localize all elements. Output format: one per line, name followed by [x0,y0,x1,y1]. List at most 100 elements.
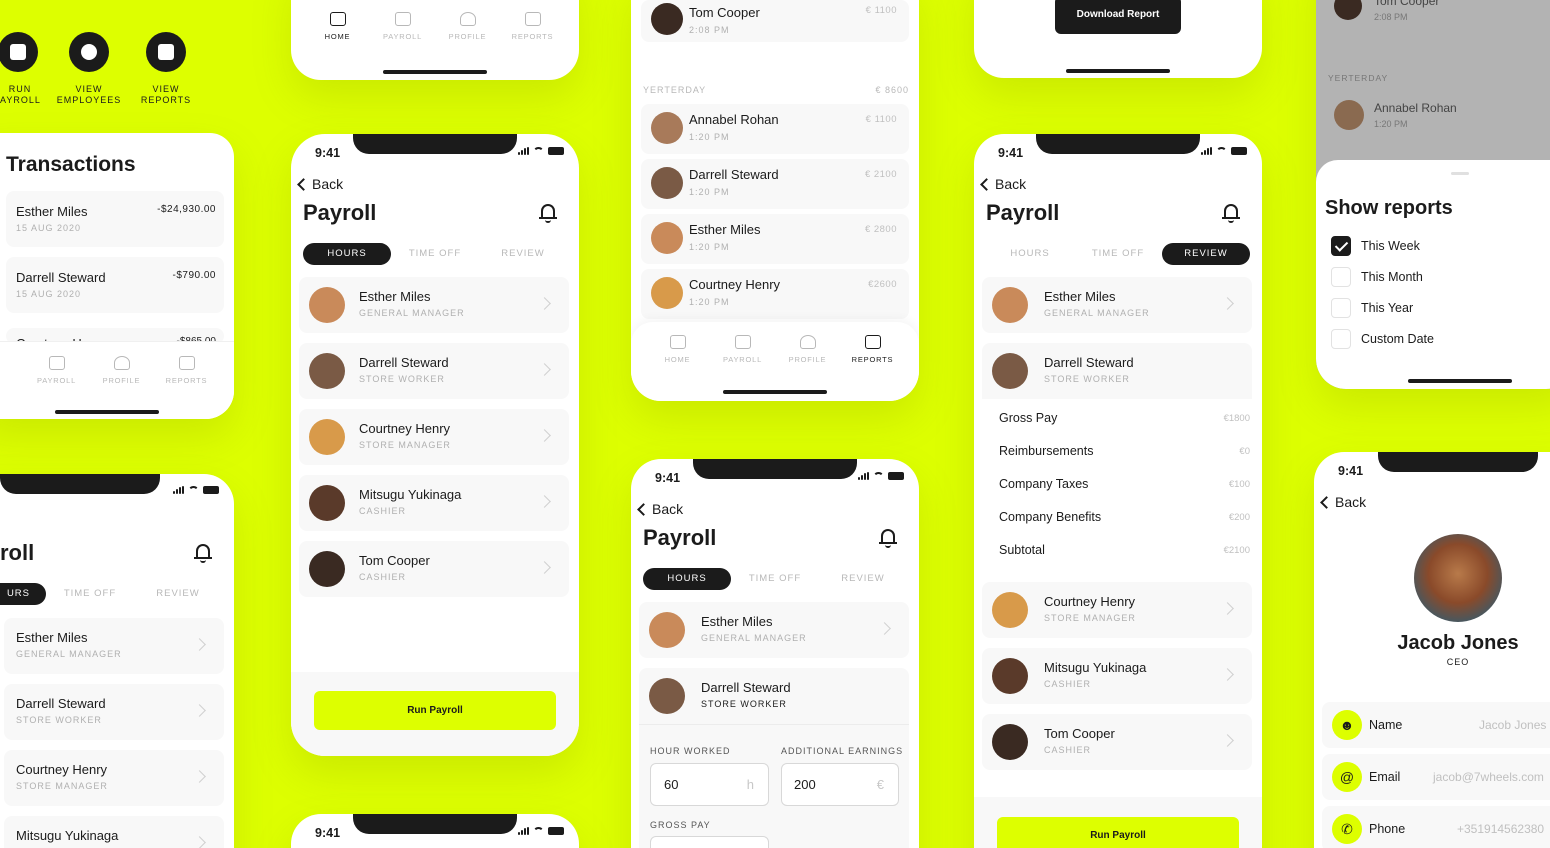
avatar [309,287,345,323]
profile-field-name[interactable]: ☻ Name Jacob Jones [1322,702,1550,748]
run-payroll-action-button[interactable] [0,32,38,72]
avatar [309,419,345,455]
employee-row[interactable]: Esther Miles GENERAL MANAGER [639,602,909,658]
home-icon [669,335,686,349]
status-time: 9:41 [315,826,341,840]
employee-row[interactable]: Esther Miles GENERAL MANAGER [4,618,224,674]
bell-icon[interactable] [539,204,557,223]
back-button[interactable]: Back [637,501,683,517]
tab-hours[interactable]: HOURS [986,243,1074,265]
back-button[interactable]: Back [1320,494,1366,510]
avatar [651,3,683,35]
transaction-row[interactable]: Esther Miles 15 AUG 2020 -$24,930.00 [6,191,224,247]
status-time: 9:41 [315,146,341,160]
employee-row[interactable]: Courtney Henry STORE MANAGER [299,409,569,465]
gross-pay-field[interactable] [650,836,769,848]
checkbox-this-year[interactable] [1331,298,1351,318]
additional-earnings-input[interactable]: 200 € [781,763,899,806]
view-employees-action-button[interactable] [69,32,109,72]
profile-field-email[interactable]: @ Email jacob@7wheels.com [1322,754,1550,800]
bottom-nav: HOME PAYROLL PROFILE REPORTS [631,322,919,401]
back-button[interactable]: Back [980,176,1026,192]
download-report-button[interactable]: Download Report [1055,0,1181,34]
employee-name: Darrell Steward [701,680,791,695]
tab-review[interactable]: REVIEW [819,568,907,590]
employee-row[interactable]: Esther Miles GENERAL MANAGER [299,277,569,333]
report-row[interactable]: Esther Miles 1:20 PM € 2800 [641,214,909,264]
breakdown-label: Gross Pay [999,411,1058,425]
payroll-card-bottom-fragment: 9:41 [291,814,579,848]
sheet-handle [1451,172,1469,175]
back-button[interactable]: Back [297,176,343,192]
report-row[interactable]: Annabel Rohan 1:20 PM € 1100 [641,104,909,154]
bell-icon[interactable] [194,544,212,563]
tab-review[interactable]: REVIEW [1162,243,1250,265]
report-row[interactable]: Darrell Steward 1:20 PM € 2100 [641,159,909,209]
report-row[interactable]: Courtney Henry 1:20 PM €2600 [641,269,909,319]
checkbox-custom-date[interactable] [1331,329,1351,349]
employee-row[interactable]: Tom Cooper CASHIER [982,714,1252,770]
tab-time-off[interactable]: TIME OFF [46,583,134,605]
tab-hours[interactable]: HOURS [303,243,391,265]
nav-reports[interactable]: REPORTS [500,12,565,41]
payroll-review-card: 9:41 Back Payroll HOURS TIME OFF REVIEW … [974,134,1262,848]
status-time: 9:41 [998,146,1024,160]
nav-profile[interactable]: PROFILE [775,335,840,364]
nav-home[interactable]: HOME [305,12,370,41]
checkbox-this-month[interactable] [1331,267,1351,287]
nav-reports[interactable]: REPORTS [154,356,219,385]
employee-row[interactable]: Mitsugu Yukinaga CASHIER [299,475,569,531]
page-title: Payroll [986,200,1060,225]
nav-reports[interactable]: REPORTS [840,335,905,364]
tab-review[interactable]: REVIEW [479,243,567,265]
chevron-left-icon [1320,495,1333,509]
tab-time-off[interactable]: TIME OFF [1074,243,1162,265]
battery-icon [203,486,219,494]
bell-icon[interactable] [879,529,897,548]
profile-card: 9:41 Back Jacob Jones CEO ☻ Name Jacob J… [1314,452,1550,848]
gross-pay-label: GROSS PAY [650,820,711,830]
option-label: This Week [1361,239,1420,253]
phone-notch [693,459,857,479]
tab-hours[interactable]: URS [0,583,46,605]
view-reports-action-button[interactable] [146,32,186,72]
employee-row[interactable]: Courtney Henry STORE MANAGER [982,582,1252,638]
avatar [309,485,345,521]
card-icon [734,335,751,349]
chevron-right-icon [1221,734,1234,747]
breakdown-value: €2100 [1223,545,1250,556]
employee-row[interactable]: Tom Cooper CASHIER [299,541,569,597]
employee-row[interactable]: Courtney Henry STORE MANAGER [4,750,224,806]
nav-payroll[interactable]: PAYROLL [710,335,775,364]
tab-review[interactable]: REVIEW [134,583,222,605]
employee-row[interactable]: Darrell Steward STORE WORKER [299,343,569,399]
sheet-title: Show reports [1325,197,1453,219]
avatar [309,353,345,389]
nav-profile[interactable]: PROFILE [89,356,154,385]
run-payroll-button[interactable]: Run Payroll [314,691,556,730]
avatar [651,277,683,309]
nav-payroll[interactable]: PAYROLL [370,12,435,41]
hour-worked-input[interactable]: 60 h [650,763,769,806]
download-report-card: Download Report [974,0,1262,78]
employee-row[interactable]: Mitsugu Yukinaga CASHIER [982,648,1252,704]
checkbox-this-week[interactable] [1331,236,1351,256]
nav-profile[interactable]: PROFILE [435,12,500,41]
tab-hours[interactable]: HOURS [643,568,731,590]
transaction-row[interactable]: Darrell Steward 15 AUG 2020 -$790.00 [6,257,224,313]
employee-row[interactable]: Mitsugu Yukinaga [4,816,224,848]
run-payroll-button[interactable]: Run Payroll [997,817,1239,848]
bell-icon[interactable] [1222,204,1240,223]
tab-time-off[interactable]: TIME OFF [731,568,819,590]
bottom-nav: PAYROLL PROFILE REPORTS [0,341,234,419]
nav-home[interactable]: HOME [645,335,710,364]
phone-notch [1378,452,1538,472]
employee-row[interactable]: Esther Miles GENERAL MANAGER [982,277,1252,333]
employee-row[interactable]: Darrell Steward STORE WORKER [4,684,224,740]
profile-field-phone[interactable]: ✆ Phone +351914562380 [1322,806,1550,848]
tab-time-off[interactable]: TIME OFF [391,243,479,265]
avatar [649,678,685,714]
report-row[interactable]: Tom Cooper 2:08 PM € 1100 [641,0,909,42]
nav-payroll[interactable]: PAYROLL [24,356,89,385]
profile-icon [799,335,816,349]
